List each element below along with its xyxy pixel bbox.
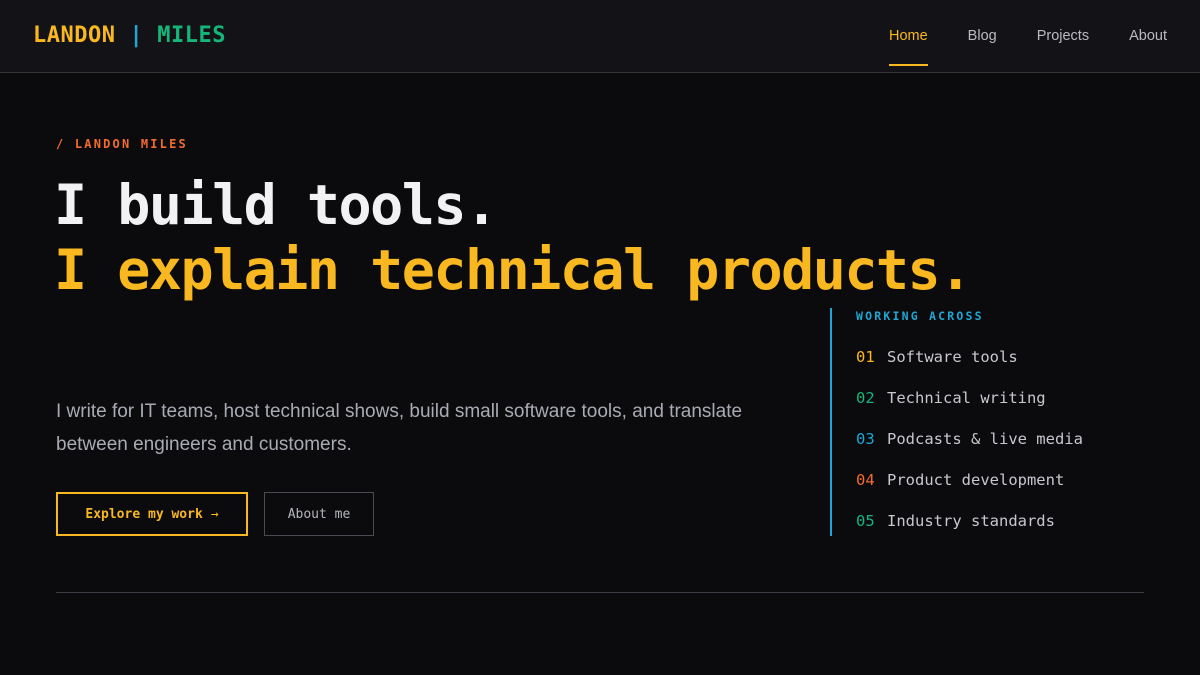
item-number: 04: [856, 471, 875, 489]
about-me-button[interactable]: About me: [264, 492, 374, 536]
item-label: Software tools: [887, 348, 1018, 366]
main-nav: Home Blog Projects About: [849, 0, 1167, 73]
logo-separator: |: [129, 23, 144, 48]
working-across-panel: WORKING ACROSS 01 Software tools 02 Tech…: [830, 308, 1150, 536]
site-logo[interactable]: LANDON | MILES: [33, 22, 226, 50]
item-label: Industry standards: [887, 512, 1055, 530]
item-number: 01: [856, 348, 875, 366]
headline-line-1: I build tools.: [54, 173, 498, 237]
item-label: Podcasts & live media: [887, 430, 1083, 448]
list-item: 02 Technical writing: [856, 387, 1083, 428]
hero-intro: I write for IT teams, host technical sho…: [56, 401, 743, 455]
list-item: 01 Software tools: [856, 346, 1083, 387]
item-number: 05: [856, 512, 875, 530]
explore-work-label: Explore my work: [85, 506, 203, 522]
nav-about[interactable]: About: [1129, 0, 1167, 73]
item-label: Product development: [887, 471, 1065, 489]
working-across-title: WORKING ACROSS: [856, 309, 984, 323]
section-divider: [56, 592, 1144, 593]
headline-line-2: I explain technical products.: [54, 238, 972, 302]
nav-projects[interactable]: Projects: [1037, 0, 1089, 73]
list-item: 03 Podcasts & live media: [856, 428, 1083, 469]
item-number: 02: [856, 389, 875, 407]
nav-blog[interactable]: Blog: [968, 0, 997, 73]
item-label: Technical writing: [887, 389, 1046, 407]
logo-last-name: MILES: [157, 23, 226, 48]
arrow-right-icon: →: [210, 506, 219, 522]
item-number: 03: [856, 430, 875, 448]
hero-headline: I build tools. I explain technical produ…: [54, 173, 972, 303]
hero-eyebrow: / LANDON MILES: [56, 137, 188, 151]
site-header: LANDON | MILES Home Blog Projects About: [0, 0, 1200, 73]
list-item: 04 Product development: [856, 469, 1083, 510]
nav-home[interactable]: Home: [888, 0, 928, 73]
list-item: 05 Industry standards: [856, 510, 1083, 551]
working-across-list: 01 Software tools 02 Technical writing 0…: [856, 346, 1083, 551]
explore-work-button[interactable]: Explore my work →: [56, 492, 248, 536]
logo-first-name: LANDON: [33, 23, 116, 48]
